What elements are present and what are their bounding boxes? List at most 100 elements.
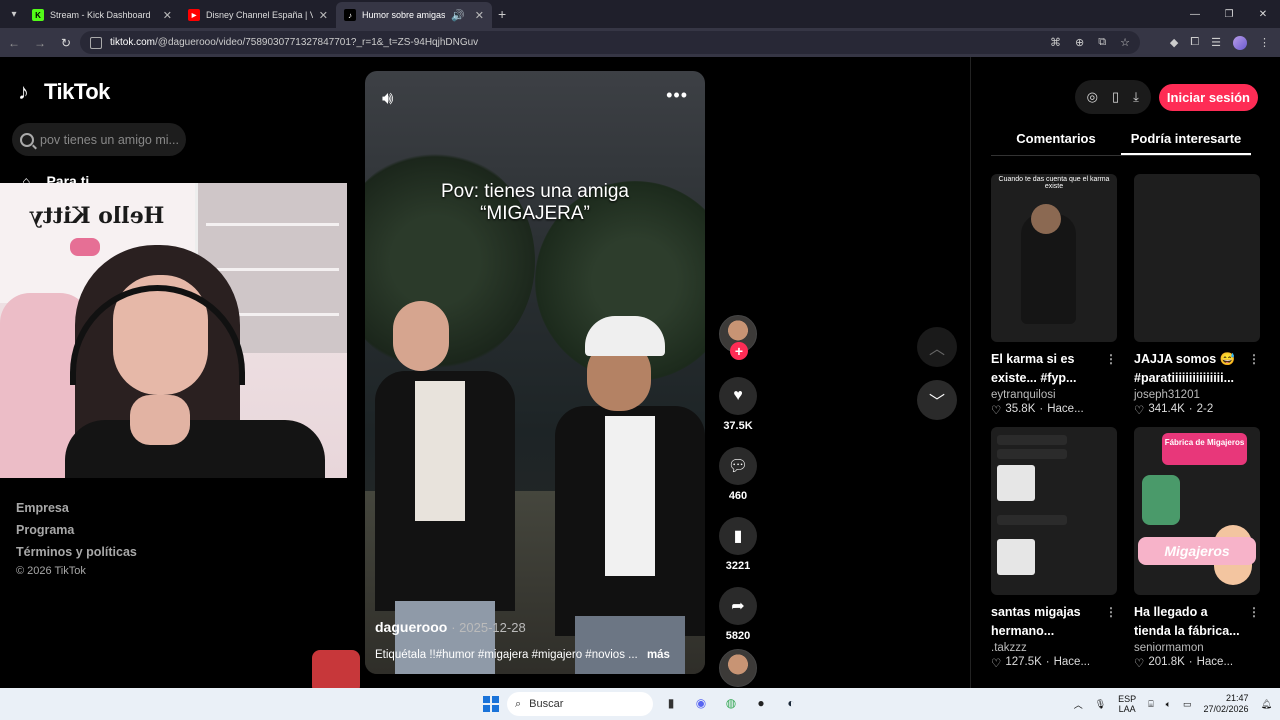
language-indicator[interactable]: ESP LAA — [1118, 694, 1136, 714]
close-tab-icon[interactable]: ✕ — [163, 9, 172, 22]
card-user[interactable]: joseph31201 — [1134, 389, 1260, 401]
obs-icon[interactable]: ● — [750, 692, 772, 714]
previous-video-button[interactable]: ︿ — [917, 327, 957, 367]
action-column: + ♥ 37.5K 💬︎ 460 ▮ 3221 ➦ 5820 — [718, 315, 758, 687]
kebab-icon[interactable]: ⋮ — [1248, 350, 1260, 388]
battery-icon[interactable]: ▭ — [1183, 699, 1192, 710]
profile-avatar[interactable] — [1233, 35, 1247, 50]
heart-outline-icon: ♡ — [1134, 658, 1145, 670]
kebab-menu-icon[interactable]: ⋮ — [1259, 36, 1270, 49]
video-author[interactable]: daguerooo · 2025-12-28 — [375, 619, 526, 635]
close-tab-icon[interactable]: ✕ — [475, 9, 484, 22]
download-icon[interactable]: ⤓ — [1133, 89, 1139, 105]
discord-icon[interactable]: ◉ — [690, 692, 712, 714]
video-thumbnail[interactable]: Fábrica de Migajeros Migajeros — [1134, 427, 1260, 595]
suggestion-card[interactable]: JAJJA somos 😅 #paratiiiiiiiiiiiiiii... ⋮ … — [1134, 174, 1260, 417]
card-user[interactable]: .takzzz — [991, 642, 1117, 654]
translate-icon[interactable]: ⌘ — [1050, 36, 1061, 49]
save-button[interactable]: ▮ — [719, 517, 757, 555]
microphone-icon[interactable]: 🎙︎ — [1095, 699, 1106, 710]
video-player[interactable]: Pov: tienes una amiga “MIGAJERA” 🔊︎ ••• … — [365, 71, 705, 674]
tiktok-logo[interactable]: ♪ TikTok — [18, 79, 110, 105]
network-icon[interactable]: ⌸ — [1148, 699, 1153, 710]
login-button[interactable]: Iniciar sesión — [1158, 83, 1258, 111]
kebab-icon[interactable]: ⋮ — [1105, 350, 1117, 388]
phone-icon[interactable]: ▯ — [1112, 89, 1119, 105]
clock[interactable]: 21:47 27/02/2026 — [1204, 693, 1249, 715]
tab-comments[interactable]: Comentarios — [991, 125, 1121, 155]
like-button[interactable]: ♥ — [719, 377, 757, 415]
card-time: Hace... — [1047, 403, 1084, 415]
back-button[interactable]: ← — [2, 31, 26, 55]
card-title: El karma si es existe... #fyp... — [991, 352, 1077, 385]
compass-icon[interactable]: ◎ — [1087, 89, 1098, 105]
new-tab-button[interactable]: + — [498, 6, 506, 22]
next-video-button[interactable]: ﹀ — [917, 380, 957, 420]
more-options-icon[interactable]: ••• — [666, 85, 688, 106]
card-time: Hace... — [1053, 656, 1091, 668]
file-explorer-icon[interactable]: ▮ — [660, 692, 682, 714]
lang-code: ESP — [1118, 694, 1137, 704]
suggestion-card[interactable]: Cuando te das cuenta que el karma existe… — [991, 174, 1117, 417]
suggestion-card[interactable]: Fábrica de Migajeros Migajeros Ha llegad… — [1134, 427, 1260, 670]
notification-icon[interactable]: 🔔︎ — [1261, 699, 1272, 710]
chevron-up-icon[interactable]: ︿ — [1074, 698, 1083, 711]
video-date: · 2025-12-28 — [451, 620, 526, 635]
audio-icon[interactable]: 🔊 — [451, 9, 465, 22]
more-link[interactable]: más — [647, 649, 670, 661]
heart-outline-icon: ♡ — [991, 658, 1002, 670]
search-input[interactable]: pov tienes un amigo mi... — [12, 123, 186, 156]
taskbar-search[interactable]: ⌕ Buscar — [507, 692, 653, 716]
comment-icon: 💬︎ — [727, 458, 749, 475]
url-field[interactable]: tiktok.com /@daguerooo/video/75890307713… — [80, 31, 1140, 54]
tab-kick[interactable]: K Stream - Kick Dashboard ✕ — [24, 2, 180, 28]
search-icon: ⌕ — [515, 697, 522, 710]
reload-button[interactable]: ↻ — [54, 31, 78, 55]
link-programa[interactable]: Programa — [16, 523, 137, 537]
video-thumbnail[interactable] — [991, 427, 1117, 595]
kebab-icon[interactable]: ⋮ — [1105, 603, 1117, 641]
tab-list-icon[interactable]: ☰ — [1211, 36, 1221, 49]
video-caption: Pov: tienes una amiga “MIGAJERA” — [365, 181, 705, 225]
author-avatar[interactable]: + — [719, 315, 757, 360]
follow-plus-icon[interactable]: + — [730, 342, 748, 360]
video-thumbnail[interactable]: Cuando te das cuenta que el karma existe — [991, 174, 1117, 342]
kebab-icon[interactable]: ⋮ — [1248, 603, 1260, 641]
tab-disney[interactable]: ▶ Disney Channel España | Vídeos ✕ — [180, 2, 336, 28]
extension-icon[interactable]: ◆ — [1170, 36, 1178, 49]
windows-start-icon[interactable] — [483, 696, 499, 712]
sound-avatar[interactable] — [719, 649, 757, 687]
link-terminos[interactable]: Términos y políticas — [16, 545, 137, 559]
card-user[interactable]: seniormamon — [1134, 642, 1260, 654]
close-tab-icon[interactable]: ✕ — [319, 9, 328, 22]
browser-tab-bar: ▾ K Stream - Kick Dashboard ✕ ▶ Disney C… — [0, 0, 1280, 28]
tab-suggestions[interactable]: Podría interesarte — [1121, 125, 1251, 155]
tiktok-icon: ♪ — [344, 9, 356, 21]
speaker-icon[interactable]: 🔈︎ — [1166, 699, 1171, 710]
comment-button[interactable]: 💬︎ — [719, 447, 757, 485]
restore-button[interactable]: ❐ — [1212, 0, 1246, 28]
puzzle-icon[interactable]: ⧠ — [1190, 36, 1199, 49]
video-thumbnail[interactable] — [1134, 174, 1260, 342]
close-window-button[interactable]: ✕ — [1246, 0, 1280, 28]
card-user[interactable]: eytranquilosi — [991, 389, 1117, 401]
forward-button[interactable]: → — [28, 31, 52, 55]
install-icon[interactable]: ⧉ — [1098, 36, 1106, 49]
bookmark-star-icon[interactable]: ☆ — [1120, 36, 1130, 49]
copyright: © 2026 TikTok — [16, 565, 86, 577]
suggestion-card[interactable]: santas migajas hermano... ⋮ .takzzz ♡ 127.… — [991, 427, 1117, 670]
zoom-icon[interactable]: ⊕ — [1075, 36, 1084, 49]
chrome-icon[interactable]: ◍ — [720, 692, 742, 714]
link-empresa[interactable]: Empresa — [16, 501, 137, 515]
minimize-button[interactable]: — — [1178, 0, 1212, 28]
dot-separator: · — [1045, 656, 1050, 668]
card-views: 35.8K — [1005, 403, 1036, 415]
volume-icon[interactable]: 🔊︎ — [382, 88, 393, 109]
tab-search-menu[interactable]: ▾ — [4, 4, 24, 24]
share-button[interactable]: ➦ — [719, 587, 757, 625]
site-info-icon[interactable] — [90, 36, 102, 49]
steam-icon[interactable]: ◐ — [780, 692, 802, 714]
dot-separator: · — [1188, 403, 1193, 415]
tab-tiktok[interactable]: ♪ Humor sobre amigas migajeras 🔊 ✕ — [336, 2, 492, 28]
card-views: 201.8K — [1148, 656, 1185, 668]
